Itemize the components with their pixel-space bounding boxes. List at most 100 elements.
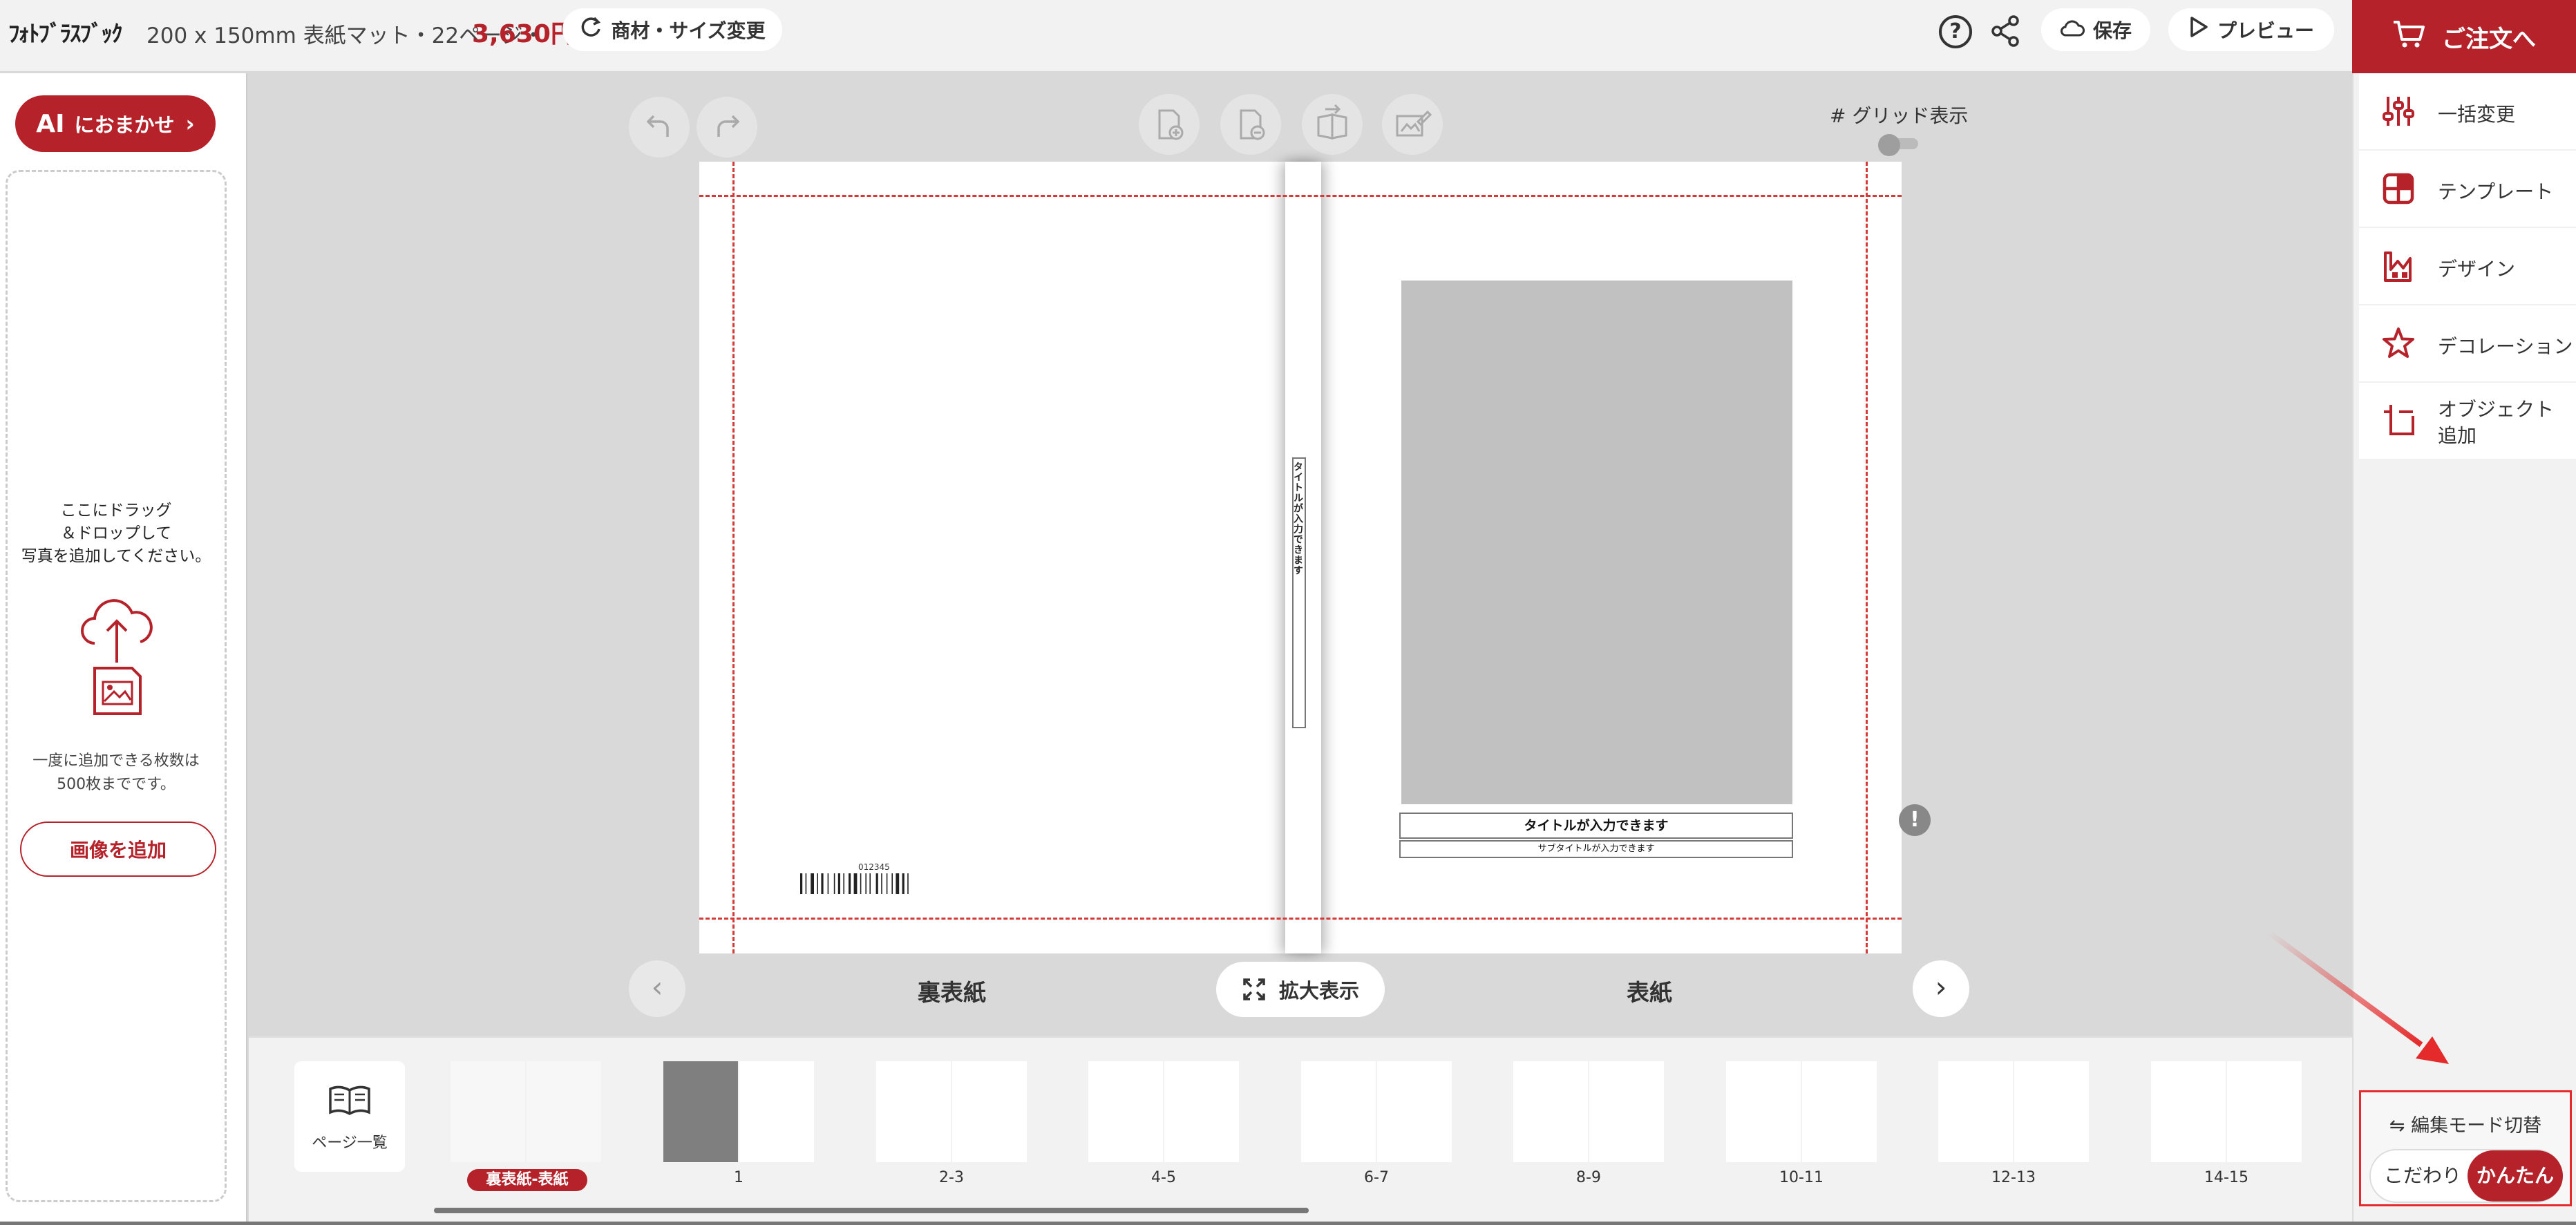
prev-page-button[interactable]: ‹: [629, 960, 685, 1017]
page-list-button[interactable]: ページ一覧: [294, 1061, 405, 1172]
spine-title: タイトルが入力できます: [1292, 462, 1303, 576]
thumbnail-page: [451, 1061, 525, 1162]
order-button[interactable]: ご注文へ: [2352, 0, 2576, 73]
toggle-knob: [1878, 134, 1900, 156]
menu-bulk-change[interactable]: 一括変更: [2359, 73, 2576, 151]
thumbnail-page-8-9[interactable]: [1513, 1061, 1664, 1162]
bleed-line-left: [732, 162, 735, 953]
thumbnail-page: [663, 1061, 738, 1162]
thumbnail-page: [876, 1061, 951, 1162]
price: 3,630円: [472, 20, 576, 48]
order-label: ご注文へ: [2442, 25, 2536, 53]
edit-mode-label: ⇋ 編集モード切替: [2389, 1115, 2542, 1137]
thumbnail-label: 2-3: [939, 1169, 964, 1186]
spine[interactable]: タイトルが入力できます: [1285, 162, 1321, 953]
thumbnail-page: [1301, 1061, 1376, 1162]
thumbnail-cover[interactable]: [451, 1061, 601, 1162]
cover-title-field[interactable]: タイトルが入力できます: [1399, 813, 1793, 839]
zoom-label: 拡大表示: [1278, 979, 1359, 1003]
barcode-bar: [821, 873, 824, 894]
mode-option-kantan[interactable]: かんたん: [2468, 1150, 2563, 1202]
swap-page-icon: [1317, 104, 1347, 140]
edit-page-button[interactable]: [1382, 94, 1443, 155]
expand-icon: [1243, 978, 1265, 1000]
spine-title-box[interactable]: タイトルが入力できます: [1292, 457, 1306, 728]
thumbnail-page: [1726, 1061, 1801, 1162]
barcode: [800, 873, 909, 894]
grid-display-toggle[interactable]: [1878, 134, 1920, 156]
menu-template[interactable]: テンプレート: [2359, 151, 2576, 228]
cart-icon: [2392, 19, 2425, 55]
back-cover-label: 裏表紙: [918, 979, 986, 1006]
save-button[interactable]: 保存: [2041, 8, 2150, 51]
barcode-bar: [837, 873, 840, 894]
help-icon[interactable]: ?: [1939, 15, 1972, 48]
edit-mode-panel: ⇋ 編集モード切替 こだわり かんたん: [2359, 1090, 2572, 1206]
ai-auto-button[interactable]: AI におまかせ ›: [15, 95, 216, 152]
image-drop-zone[interactable]: ここにドラッグ ＆ドロップして 写真を追加してください。 一度に追加できる枚数は…: [6, 170, 227, 1202]
thumbnail-page-4-5[interactable]: [1088, 1061, 1239, 1162]
refresh-icon: [579, 15, 603, 45]
thumbnail-page-6-7[interactable]: [1301, 1061, 1452, 1162]
ai-auto-label: におまかせ: [74, 113, 175, 137]
chevron-left-icon: ‹: [651, 970, 663, 1004]
upload-icon: [81, 599, 153, 715]
thumbnail-page: [527, 1061, 601, 1162]
menu-decoration[interactable]: デコレーション: [2359, 305, 2576, 383]
barcode-bar: [907, 873, 909, 894]
thumbnail-scrollbar[interactable]: [434, 1208, 1309, 1213]
warning-icon[interactable]: !: [1899, 804, 1931, 836]
add-image-button[interactable]: 画像を追加: [20, 822, 216, 877]
design-icon: [2384, 251, 2412, 282]
barcode-bar: [827, 873, 829, 894]
barcode-bar: [902, 873, 905, 894]
share-icon[interactable]: [1989, 14, 2023, 48]
window-bottom-edge: [0, 1222, 2576, 1225]
next-page-button[interactable]: ›: [1913, 960, 1969, 1017]
cloud-icon: [2060, 16, 2085, 44]
swap-page-button[interactable]: [1302, 94, 1363, 155]
barcode-bar: [860, 873, 862, 894]
zoom-button[interactable]: 拡大表示: [1216, 962, 1385, 1017]
thumbnail-page: [952, 1061, 1027, 1162]
star-icon: [2383, 327, 2414, 358]
edit-mode-switch[interactable]: こだわり かんたん: [2369, 1149, 2563, 1203]
barcode-bar: [896, 873, 900, 894]
undo-icon: [646, 115, 669, 137]
thumbnail-page-10-11[interactable]: [1726, 1061, 1877, 1162]
thumbnail-page-12-13[interactable]: [1938, 1061, 2089, 1162]
thumbnail-page-14-15[interactable]: [2151, 1061, 2302, 1162]
chevron-right-icon: ›: [185, 111, 195, 137]
change-material-label: 商材・サイズ変更: [611, 19, 766, 42]
upload-limit-text: 一度に追加できる枚数は 500枚までです。: [32, 752, 200, 793]
bleed-line-right: [1866, 162, 1868, 953]
redo-button[interactable]: [697, 97, 757, 158]
menu-label: テンプレート: [2438, 180, 2554, 203]
undo-button[interactable]: [629, 97, 690, 158]
bleed-line-top: [699, 195, 1902, 197]
thumbnail-label: 4-5: [1151, 1169, 1176, 1186]
thumbnail-page: [1377, 1061, 1452, 1162]
change-material-button[interactable]: 商材・サイズ変更: [562, 8, 782, 51]
menu-label: デコレーション: [2438, 335, 2573, 358]
cover-subtitle-field[interactable]: サブタイトルが入力できます: [1399, 840, 1793, 858]
thumbnail-label: 1: [734, 1169, 744, 1186]
thumbnail-page: [2227, 1061, 2302, 1162]
thumbnail-label: 8-9: [1576, 1169, 1601, 1186]
thumbnail-page: [739, 1061, 814, 1162]
save-label: 保存: [2092, 19, 2132, 42]
swap-icon: ⇋: [2389, 1115, 2405, 1137]
cover-spread[interactable]: タイトルが入力できます 012345 タイトルが入力できます サブタイトルが入力…: [699, 162, 1902, 953]
add-page-button[interactable]: [1139, 94, 1200, 155]
redo-icon: [717, 115, 740, 137]
cover-photo-placeholder[interactable]: [1401, 281, 1792, 804]
thumbnail-label-selected: 裏表紙-表紙: [467, 1169, 587, 1191]
mode-option-kodawari[interactable]: こだわり: [2378, 1150, 2468, 1202]
thumbnail-page-2-3[interactable]: [876, 1061, 1027, 1162]
delete-page-button[interactable]: [1220, 94, 1281, 155]
menu-add-object[interactable]: オブジェクト 追加: [2359, 383, 2576, 460]
menu-design[interactable]: デザイン: [2359, 228, 2576, 305]
thumbnail-label: 14-15: [2204, 1169, 2248, 1186]
preview-button[interactable]: プレビュー: [2168, 8, 2334, 51]
thumbnail-page-1[interactable]: [663, 1061, 814, 1162]
